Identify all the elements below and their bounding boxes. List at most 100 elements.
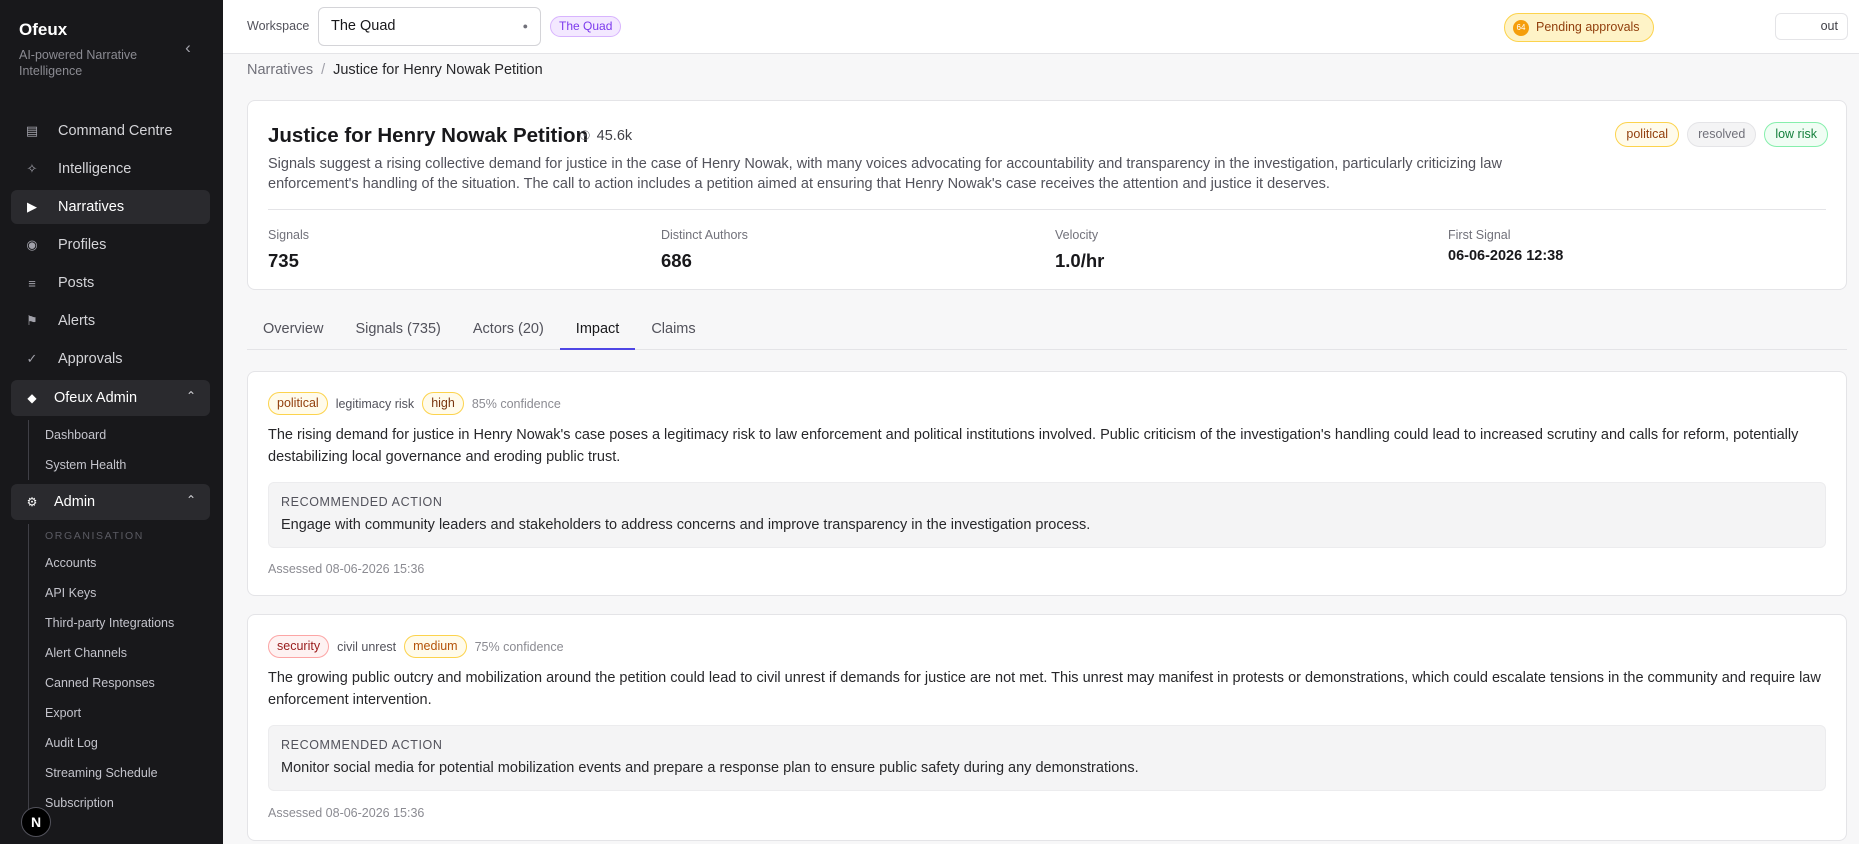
tag-political: political xyxy=(1615,122,1680,147)
tab-actors[interactable]: Actors (20) xyxy=(457,310,560,350)
stat-velocity: Velocity 1.0/hr xyxy=(1055,228,1104,272)
risk-type: civil unrest xyxy=(337,639,397,654)
sidebar-item-label: Intelligence xyxy=(58,161,132,177)
assessed-timestamp: Assessed 08-06-2026 15:36 xyxy=(268,806,425,820)
tab-overview[interactable]: Overview xyxy=(247,310,339,350)
sidebar-nav: ▤ Command Centre ✧ Intelligence ▶ Narrat… xyxy=(11,114,210,818)
stat-label: Velocity xyxy=(1055,228,1099,242)
divider xyxy=(268,209,1826,210)
impact-text: The rising demand for justice in Henry N… xyxy=(268,427,1799,465)
stat-first-signal: First Signal 06-06-2026 12:38 xyxy=(1448,228,1563,264)
narrative-description: Signals suggest a rising collective dema… xyxy=(268,156,1502,192)
sidebar-item-approvals[interactable]: ✓ Approvals xyxy=(11,342,210,376)
brand: Ofeux AI-powered Narrative Intelligence xyxy=(19,20,159,79)
recommended-action-text: Monitor social media for potential mobil… xyxy=(281,760,1139,776)
sidebar-item-intelligence[interactable]: ✧ Intelligence xyxy=(11,152,210,186)
flag-icon: ⚑ xyxy=(26,313,38,328)
tab-impact[interactable]: Impact xyxy=(559,310,636,350)
sidebar-item-api-keys[interactable]: API Keys xyxy=(45,578,210,608)
sidebar-item-label: Approvals xyxy=(58,351,123,367)
impact-tags: security civil unrest medium 75% confide… xyxy=(268,635,564,658)
chevron-up-icon: ⌃ xyxy=(185,493,196,507)
sidebar-item-streaming-schedule[interactable]: Streaming Schedule xyxy=(45,758,210,788)
brand-name: Ofeux xyxy=(19,20,68,39)
chevron-down-icon: ● xyxy=(522,21,528,31)
avatar[interactable]: N xyxy=(21,807,51,837)
admin-submenu: ORGANISATION Accounts API Keys Third-par… xyxy=(28,524,210,818)
sidebar-group-label: Ofeux Admin xyxy=(54,390,138,406)
sidebar-item-label: Posts xyxy=(58,275,95,291)
topbar: Workspace The Quad ● The Quad 64 Pending… xyxy=(223,0,1859,54)
workspace-badge: The Quad xyxy=(550,16,622,37)
sidebar-item-audit-log[interactable]: Audit Log xyxy=(45,728,210,758)
sidebar-item-command-centre[interactable]: ▤ Command Centre xyxy=(11,114,210,148)
sidebar-item-narratives[interactable]: ▶ Narratives xyxy=(11,190,210,224)
sidebar-item-label: Narratives xyxy=(58,199,125,215)
tab-claims[interactable]: Claims xyxy=(635,310,711,350)
stat-label: First Signal xyxy=(1448,228,1511,242)
impact-tags: political legitimacy risk high 85% confi… xyxy=(268,392,561,415)
breadcrumb: Narratives / Justice for Henry Nowak Petit… xyxy=(247,62,543,78)
sidebar-item-label: Command Centre xyxy=(58,123,173,139)
list-icon: ≡ xyxy=(28,275,36,291)
sidebar-item-dashboard[interactable]: Dashboard xyxy=(45,420,210,450)
page-title: Justice for Henry Nowak Petition xyxy=(268,124,589,147)
recommended-action-label: RECOMMENDED ACTION xyxy=(281,738,443,752)
recommended-action-text: Engage with community leaders and stakeh… xyxy=(281,517,1091,533)
sidebar-item-subscription[interactable]: Subscription xyxy=(45,788,210,818)
chevron-left-icon: ‹ xyxy=(185,38,191,57)
pending-approvals-button[interactable]: 64 Pending approvals xyxy=(1504,13,1654,42)
stat-signals: Signals 735 xyxy=(268,228,309,272)
sidebar-item-system-health[interactable]: System Health xyxy=(45,450,210,480)
chevron-up-icon: ⌃ xyxy=(185,389,196,403)
sparkle-icon: ✧ xyxy=(26,161,38,176)
ofeux-admin-submenu: Dashboard System Health xyxy=(28,420,210,480)
sidebar-group-label: Admin xyxy=(54,494,96,510)
category-badge: political xyxy=(268,392,328,415)
sidebar-item-profiles[interactable]: ◉ Profiles xyxy=(11,228,210,262)
play-icon: ▶ xyxy=(27,199,37,214)
impact-card: security civil unrest medium 75% confide… xyxy=(247,614,1847,841)
stat-value: 686 xyxy=(661,250,692,271)
tag-resolved: resolved xyxy=(1687,122,1757,147)
impact-text: The growing public outcry and mobilizati… xyxy=(268,670,1821,708)
logout-button[interactable]: out xyxy=(1775,13,1848,40)
recommended-action: RECOMMENDED ACTION Monitor social media … xyxy=(268,725,1826,791)
user-icon: ◉ xyxy=(26,237,38,252)
brand-subtitle: AI-powered Narrative Intelligence xyxy=(19,48,138,78)
recommended-action-label: RECOMMENDED ACTION xyxy=(281,495,443,509)
sidebar-group-ofeux-admin[interactable]: ◆ Ofeux Admin ⌃ xyxy=(11,380,210,416)
sidebar-item-alerts[interactable]: ⚑ Alerts xyxy=(11,304,210,338)
check-icon: ✓ xyxy=(26,351,38,366)
collapse-sidebar-button[interactable]: ‹ xyxy=(178,38,198,58)
risk-type: legitimacy risk xyxy=(335,396,415,411)
grid-icon: ▤ xyxy=(25,123,39,138)
sidebar-item-label: Alerts xyxy=(58,313,96,329)
stat-value: 06-06-2026 12:38 xyxy=(1448,248,1564,264)
confidence: 75% confidence xyxy=(474,639,564,654)
tab-signals[interactable]: Signals (735) xyxy=(339,310,456,350)
sidebar-item-canned-responses[interactable]: Canned Responses xyxy=(45,668,210,698)
narrative-tags: political resolved low risk xyxy=(1615,122,1828,147)
sidebar-item-alert-channels[interactable]: Alert Channels xyxy=(45,638,210,668)
sidebar-item-accounts[interactable]: Accounts xyxy=(45,548,210,578)
workspace-value: The Quad xyxy=(331,18,396,34)
breadcrumb-current: Justice for Henry Nowak Petition xyxy=(333,62,543,78)
sidebar-group-admin[interactable]: ⚙ Admin ⌃ xyxy=(11,484,210,520)
sidebar-item-posts[interactable]: ≡ Posts xyxy=(11,266,210,300)
category-badge: security xyxy=(268,635,330,658)
workspace-select[interactable]: The Quad ● xyxy=(318,7,541,46)
breadcrumb-separator: / xyxy=(321,62,326,78)
severity-badge: high xyxy=(422,392,464,415)
view-count-value: 45.6k xyxy=(596,128,633,144)
sidebar-item-label: Profiles xyxy=(58,237,107,253)
pending-count-badge: 64 xyxy=(1513,19,1529,36)
sidebar-item-integrations[interactable]: Third-party Integrations xyxy=(45,608,210,638)
impact-card: political legitimacy risk high 85% confi… xyxy=(247,371,1847,596)
gear-icon: ⚙ xyxy=(26,495,38,509)
sidebar-item-export[interactable]: Export xyxy=(45,698,210,728)
diamond-icon: ◆ xyxy=(27,391,37,405)
eye-icon: ☉ xyxy=(579,128,591,143)
breadcrumb-link-narratives[interactable]: Narratives xyxy=(247,62,313,78)
narrative-header-card: Justice for Henry Nowak Petition ☉ 45.6k… xyxy=(247,100,1847,290)
